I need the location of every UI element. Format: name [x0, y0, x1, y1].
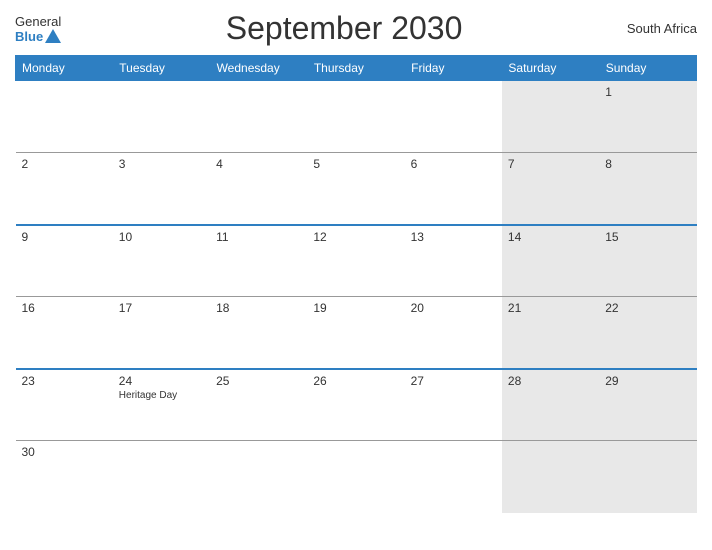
calendar-container: General Blue September 2030 South Africa… [0, 0, 712, 550]
logo: General Blue [15, 14, 61, 44]
calendar-header: General Blue September 2030 South Africa [15, 10, 697, 47]
day-number: 2 [22, 157, 107, 171]
country-label: South Africa [627, 21, 697, 36]
day-number: 7 [508, 157, 593, 171]
calendar-header-row: Monday Tuesday Wednesday Thursday Friday… [16, 56, 697, 81]
day-number: 6 [411, 157, 496, 171]
table-row: 4 [210, 153, 307, 225]
col-thursday: Thursday [307, 56, 404, 81]
table-row: 27 [405, 369, 502, 441]
table-row [307, 441, 404, 513]
table-row: 30 [16, 441, 113, 513]
table-row: 18 [210, 297, 307, 369]
table-row: 29 [599, 369, 696, 441]
table-row [210, 441, 307, 513]
table-row [502, 441, 599, 513]
table-row: 14 [502, 225, 599, 297]
calendar-body: 123456789101112131415161718192021222324H… [16, 81, 697, 513]
table-row: 25 [210, 369, 307, 441]
day-number: 11 [216, 230, 301, 244]
table-row: 13 [405, 225, 502, 297]
table-row: 3 [113, 153, 210, 225]
day-number: 5 [313, 157, 398, 171]
table-row [113, 441, 210, 513]
col-saturday: Saturday [502, 56, 599, 81]
day-number: 3 [119, 157, 204, 171]
day-number: 30 [22, 445, 107, 459]
day-number: 26 [313, 374, 398, 388]
table-row: 10 [113, 225, 210, 297]
table-row: 23 [16, 369, 113, 441]
day-number: 27 [411, 374, 496, 388]
day-number: 15 [605, 230, 690, 244]
logo-blue-text: Blue [15, 29, 61, 44]
calendar-table: Monday Tuesday Wednesday Thursday Friday… [15, 55, 697, 513]
table-row [405, 81, 502, 153]
table-row: 26 [307, 369, 404, 441]
day-number: 19 [313, 301, 398, 315]
holiday-label: Heritage Day [119, 390, 204, 401]
day-number: 10 [119, 230, 204, 244]
day-number: 22 [605, 301, 690, 315]
day-number: 9 [22, 230, 107, 244]
logo-triangle-icon [45, 29, 61, 43]
table-row: 5 [307, 153, 404, 225]
table-row [307, 81, 404, 153]
table-row: 11 [210, 225, 307, 297]
col-wednesday: Wednesday [210, 56, 307, 81]
col-tuesday: Tuesday [113, 56, 210, 81]
table-row: 17 [113, 297, 210, 369]
day-number: 8 [605, 157, 690, 171]
table-row: 9 [16, 225, 113, 297]
table-row: 16 [16, 297, 113, 369]
day-number: 21 [508, 301, 593, 315]
col-friday: Friday [405, 56, 502, 81]
table-row: 28 [502, 369, 599, 441]
table-row: 19 [307, 297, 404, 369]
table-row: 1 [599, 81, 696, 153]
day-number: 4 [216, 157, 301, 171]
day-number: 28 [508, 374, 593, 388]
table-row: 6 [405, 153, 502, 225]
table-row [210, 81, 307, 153]
calendar-title: September 2030 [226, 10, 463, 47]
day-number: 1 [605, 85, 690, 99]
col-monday: Monday [16, 56, 113, 81]
table-row: 20 [405, 297, 502, 369]
day-number: 17 [119, 301, 204, 315]
table-row: 12 [307, 225, 404, 297]
day-number: 18 [216, 301, 301, 315]
day-number: 13 [411, 230, 496, 244]
table-row: 2 [16, 153, 113, 225]
day-number: 12 [313, 230, 398, 244]
table-row [16, 81, 113, 153]
day-number: 23 [22, 374, 107, 388]
table-row: 8 [599, 153, 696, 225]
day-number: 25 [216, 374, 301, 388]
table-row [405, 441, 502, 513]
day-number: 24 [119, 374, 204, 388]
table-row: 15 [599, 225, 696, 297]
table-row [599, 441, 696, 513]
table-row: 21 [502, 297, 599, 369]
table-row [113, 81, 210, 153]
day-number: 14 [508, 230, 593, 244]
logo-general-text: General [15, 14, 61, 29]
table-row [502, 81, 599, 153]
table-row: 24 Heritage Day [113, 369, 210, 441]
day-number: 20 [411, 301, 496, 315]
day-number: 16 [22, 301, 107, 315]
col-sunday: Sunday [599, 56, 696, 81]
table-row: 22 [599, 297, 696, 369]
table-row: 7 [502, 153, 599, 225]
day-number: 29 [605, 374, 690, 388]
